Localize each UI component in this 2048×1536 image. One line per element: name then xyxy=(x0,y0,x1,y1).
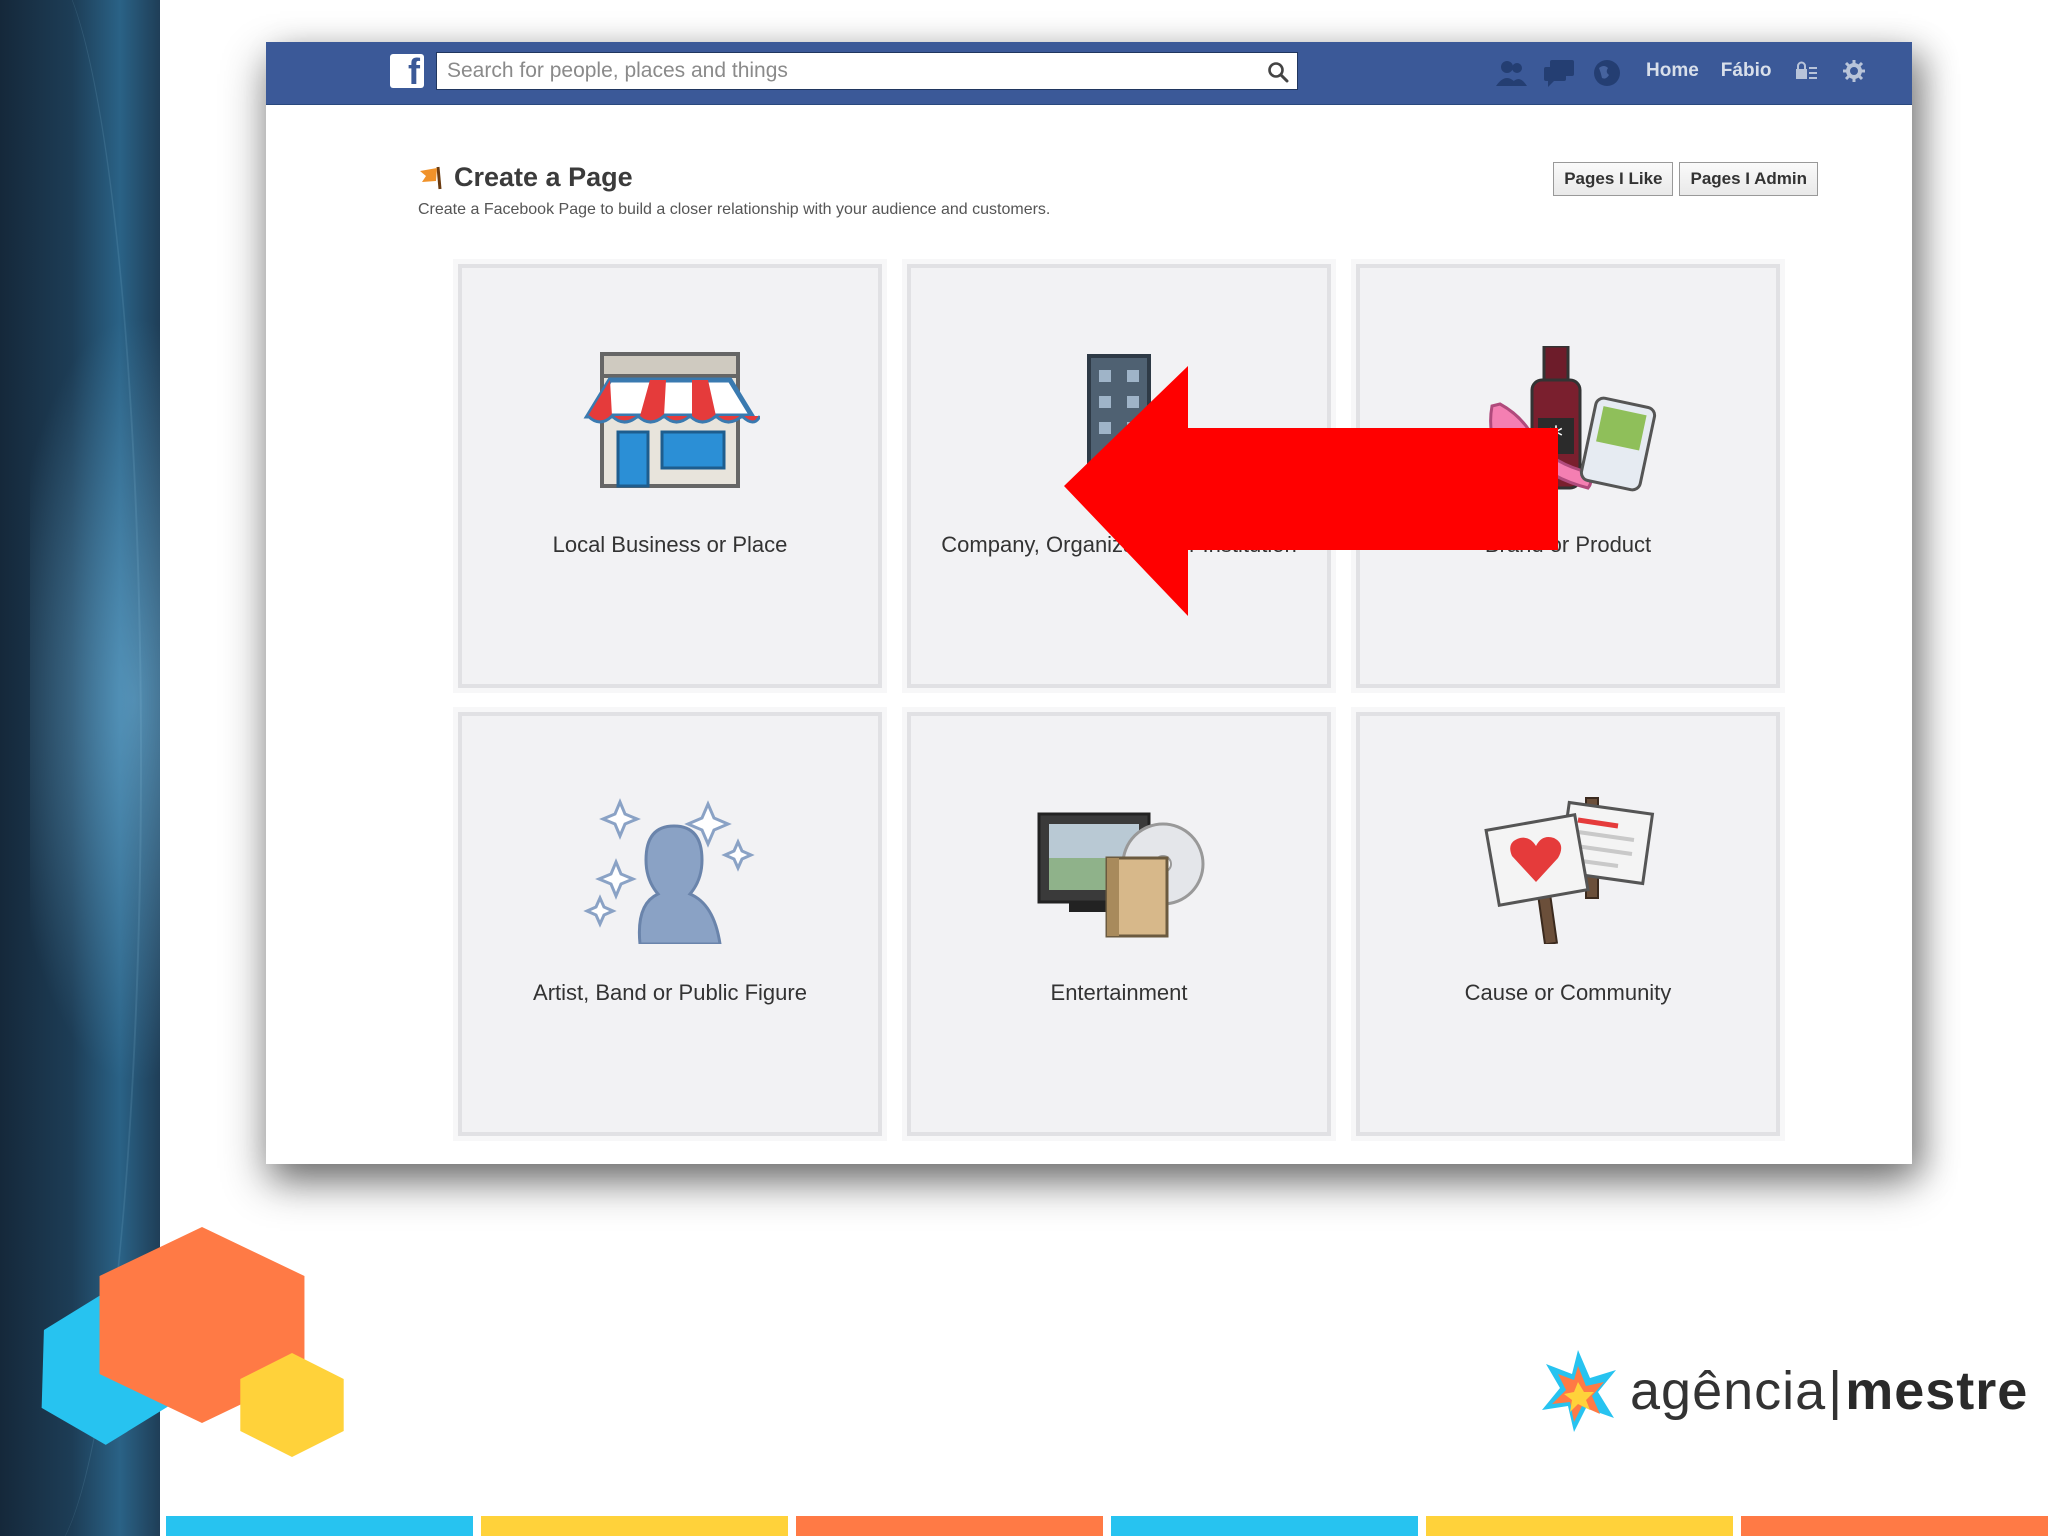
tv-and-disc-icon xyxy=(1037,812,1205,938)
brand-separator: | xyxy=(1828,1361,1844,1421)
agencia-mestre-logo: agência|mestre xyxy=(1538,1346,2028,1436)
svg-text:*: * xyxy=(1549,420,1563,453)
pages-i-admin-button[interactable]: Pages I Admin xyxy=(1679,162,1818,196)
bottom-bar xyxy=(796,1516,1103,1536)
facebook-f-logo-icon[interactable]: f xyxy=(390,54,424,90)
messages-icon[interactable] xyxy=(1542,56,1576,90)
bottom-bar xyxy=(481,1516,788,1536)
category-tile-company[interactable]: Company, Organization or Institution xyxy=(902,259,1336,693)
profile-link[interactable]: Fábio xyxy=(1721,60,1772,82)
category-tile-cause[interactable]: Cause or Community xyxy=(1351,707,1785,1141)
page-header-buttons: Pages I Like Pages I Admin xyxy=(1553,162,1818,196)
products-icon: * xyxy=(1489,346,1657,492)
page-category-grid: Local Business or Place Company, Organiz… xyxy=(453,259,1785,1141)
bottom-bar xyxy=(1741,1516,2048,1536)
storefront-icon xyxy=(583,352,760,488)
brand-name-bold: mestre xyxy=(1845,1361,2029,1421)
bottom-bar xyxy=(1111,1516,1418,1536)
category-label: Entertainment xyxy=(1050,980,1188,1005)
home-link[interactable]: Home xyxy=(1646,60,1699,82)
bottom-color-bars xyxy=(166,1516,2048,1536)
category-tile-artist[interactable]: Artist, Band or Public Figure xyxy=(453,707,887,1141)
search-icon[interactable] xyxy=(1267,61,1289,83)
page-header: Create a Page Create a Facebook Page to … xyxy=(418,162,1050,219)
category-label: Cause or Community xyxy=(1464,980,1672,1005)
category-tile-local-business[interactable]: Local Business or Place xyxy=(453,259,887,693)
category-tile-entertainment[interactable]: Entertainment xyxy=(902,707,1336,1141)
agencia-mestre-wordmark: agência|mestre xyxy=(1630,1360,2028,1422)
protest-signs-icon xyxy=(1484,797,1655,944)
nav-links: Home Fábio xyxy=(1646,58,1867,84)
notifications-globe-icon[interactable] xyxy=(1590,56,1624,90)
flag-icon xyxy=(420,166,442,189)
agencia-mestre-star-logo-icon xyxy=(1538,1348,1618,1434)
category-label: Artist, Band or Public Figure xyxy=(533,980,807,1005)
search-input[interactable] xyxy=(437,53,1247,89)
bottom-bar xyxy=(166,1516,473,1536)
page-title: Create a Page xyxy=(454,162,633,192)
brand-name-light: agência xyxy=(1630,1361,1827,1421)
category-label: Company, Organization or Institution xyxy=(941,532,1297,557)
bottom-bar xyxy=(1426,1516,1733,1536)
facebook-top-bar: f Home Fábio xyxy=(266,42,1912,105)
gear-icon[interactable] xyxy=(1841,58,1867,84)
category-tile-brand[interactable]: * Brand or Product xyxy=(1351,259,1785,693)
jewel-icons xyxy=(1494,56,1624,90)
facebook-screenshot-window: f Home Fábio xyxy=(266,42,1912,1164)
category-label: Brand or Product xyxy=(1484,532,1652,557)
page-title-row: Create a Page xyxy=(418,162,1050,193)
category-label: Local Business or Place xyxy=(552,532,788,557)
page-subtitle: Create a Facebook Page to build a closer… xyxy=(418,201,1051,218)
public-figure-silhouette-icon xyxy=(583,798,755,944)
friend-requests-icon[interactable] xyxy=(1494,56,1528,90)
privacy-shortcuts-icon[interactable] xyxy=(1793,58,1819,84)
pages-i-like-button[interactable]: Pages I Like xyxy=(1553,162,1674,196)
office-building-icon xyxy=(1087,354,1151,478)
search-box xyxy=(436,52,1298,90)
